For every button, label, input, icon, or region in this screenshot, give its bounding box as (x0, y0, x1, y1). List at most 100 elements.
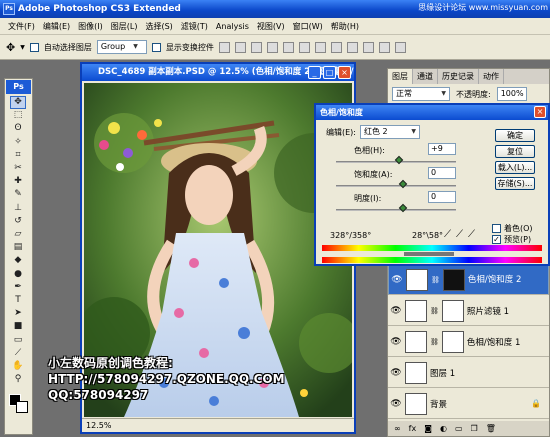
layer-mask-thumbnail[interactable] (442, 269, 465, 291)
menu-item-3[interactable]: 图层(L) (107, 21, 142, 32)
menu-item-0[interactable]: 文件(F) (4, 21, 39, 32)
opacity-input[interactable]: 100% (496, 87, 527, 101)
align-hcenter-icon[interactable] (282, 41, 294, 53)
layer-row[interactable]: 👁 ⛓ 色相/饱和度 1 (388, 327, 549, 357)
layer-row[interactable]: 👁 图层 1 (388, 358, 549, 388)
eye-icon[interactable]: 👁 (390, 336, 402, 348)
menu-item-8[interactable]: 窗口(W) (289, 21, 327, 32)
gradient-icon[interactable]: ▤ (11, 242, 25, 253)
layer-mask-thumbnail[interactable] (441, 299, 464, 322)
lasso-icon[interactable]: ʘ (11, 123, 25, 134)
move-tool-icon[interactable]: ✥ (6, 41, 15, 54)
lightness-input[interactable]: 0 (428, 191, 456, 203)
align-right-icon[interactable] (298, 41, 310, 53)
slice-icon[interactable]: ✂ (11, 163, 25, 174)
background-color-swatch[interactable] (16, 401, 28, 413)
menu-item-1[interactable]: 编辑(E) (39, 21, 74, 32)
menu-item-5[interactable]: 滤镜(T) (177, 21, 212, 32)
show-transform-checkbox[interactable] (151, 42, 161, 52)
layer-row[interactable]: 👁 背景 🔒 (388, 389, 549, 419)
layers-tab-3[interactable]: 动作 (479, 69, 504, 84)
menu-item-6[interactable]: Analysis (212, 22, 253, 31)
close-icon[interactable]: × (534, 106, 546, 118)
menu-item-2[interactable]: 图像(I) (74, 21, 107, 32)
healing-icon[interactable]: ✚ (11, 176, 25, 187)
blend-mode-dropdown[interactable]: 正常 ▼ (392, 87, 450, 101)
distribute-right-icon[interactable] (394, 41, 406, 53)
add-mask-icon[interactable]: ◙ (424, 424, 432, 433)
distribute-top-icon[interactable] (314, 41, 326, 53)
stamp-icon[interactable]: ⊥ (11, 203, 25, 214)
lightness-slider-track[interactable] (336, 209, 456, 211)
eyedropper-minus-icon[interactable]: ⟋ (468, 229, 475, 240)
auto-select-dropdown[interactable]: Group ▼ (96, 40, 147, 54)
colorize-checkbox[interactable] (492, 224, 501, 233)
distribute-hcenter-icon[interactable] (378, 41, 390, 53)
layer-row[interactable]: 👁 ⛓ 色相/饱和度 2 (388, 265, 549, 295)
history-brush-icon[interactable]: ↺ (11, 216, 25, 227)
layers-tab-2[interactable]: 历史记录 (438, 69, 479, 84)
load-button[interactable]: 载入(L)... (495, 161, 535, 174)
brush-icon[interactable]: ✎ (11, 189, 25, 200)
close-icon[interactable]: × (338, 66, 351, 79)
save-button[interactable]: 存储(S)... (495, 177, 535, 190)
trash-icon[interactable]: 🗑 (486, 424, 496, 433)
layers-tab-1[interactable]: 通道 (413, 69, 438, 84)
distribute-vcenter-icon[interactable] (330, 41, 342, 53)
shape-icon[interactable]: ■ (11, 321, 25, 332)
menu-item-9[interactable]: 帮助(H) (327, 21, 363, 32)
layer-style-icon[interactable]: fx (409, 424, 417, 433)
eyedropper-plus-icon[interactable]: ⟋ (456, 229, 463, 240)
crop-icon[interactable]: ⌗ (11, 150, 25, 161)
saturation-slider-track[interactable] (336, 185, 456, 187)
pen-icon[interactable]: ✒ (11, 282, 25, 293)
menu-item-4[interactable]: 选择(S) (141, 21, 176, 32)
preview-option[interactable]: ✓ 预览(P) (492, 234, 531, 245)
auto-select-checkbox[interactable] (29, 42, 39, 52)
colorize-option[interactable]: 着色(O) (492, 223, 533, 234)
menu-item-7[interactable]: 视图(V) (253, 21, 289, 32)
range-slider[interactable] (404, 252, 454, 256)
eraser-icon[interactable]: ▱ (11, 229, 25, 240)
dodge-icon[interactable]: ● (11, 269, 25, 280)
new-group-icon[interactable]: ▭ (455, 424, 463, 433)
notes-icon[interactable]: ▭ (11, 335, 25, 346)
hue-input[interactable]: +9 (428, 143, 456, 155)
eye-icon[interactable]: 👁 (390, 398, 402, 410)
minimize-icon[interactable]: _ (308, 66, 321, 79)
layer-row[interactable]: 👁 ⛓ 照片滤镜 1 (388, 296, 549, 326)
move-icon[interactable]: ✥ (10, 96, 26, 109)
align-bottom-icon[interactable] (250, 41, 262, 53)
magic-wand-icon[interactable]: ✧ (11, 137, 25, 148)
distribute-bottom-icon[interactable] (346, 41, 358, 53)
chevron-down-icon[interactable]: ▼ (20, 44, 25, 51)
align-vcenter-icon[interactable] (234, 41, 246, 53)
reset-button[interactable]: 复位 (495, 145, 535, 158)
zoom-level[interactable]: 12.5% (86, 421, 111, 430)
type-icon[interactable]: T (11, 295, 25, 306)
saturation-input[interactable]: 0 (428, 167, 456, 179)
eye-icon[interactable]: 👁 (391, 274, 403, 286)
chain-link-icon[interactable]: ⛓ (430, 338, 439, 346)
chain-link-icon[interactable]: ⛓ (431, 274, 440, 286)
link-layers-icon[interactable]: ∞ (394, 424, 401, 433)
layer-mask-thumbnail[interactable] (441, 330, 464, 353)
adjustment-layer-icon[interactable]: ◐ (440, 424, 447, 433)
eye-icon[interactable]: 👁 (390, 305, 402, 317)
maximize-icon[interactable]: □ (323, 66, 336, 79)
zoom-icon[interactable]: ⚲ (11, 374, 25, 385)
preview-checkbox[interactable]: ✓ (492, 235, 501, 244)
marquee-icon[interactable]: ⬚ (11, 110, 25, 121)
eyedropper-icon[interactable]: ⟋ (444, 229, 451, 240)
chain-link-icon[interactable]: ⛓ (430, 307, 439, 315)
blur-icon[interactable]: ◆ (11, 255, 25, 266)
path-select-icon[interactable]: ➤ (11, 308, 25, 319)
align-top-icon[interactable] (218, 41, 230, 53)
eye-icon[interactable]: 👁 (390, 367, 402, 379)
ok-button[interactable]: 确定 (495, 129, 535, 142)
color-swatches[interactable] (9, 394, 29, 414)
edit-channel-dropdown[interactable]: 红色 2 ▼ (360, 125, 420, 139)
hand-icon[interactable]: ✋ (11, 361, 25, 372)
layers-tab-0[interactable]: 图层 (388, 69, 413, 84)
align-left-icon[interactable] (266, 41, 278, 53)
